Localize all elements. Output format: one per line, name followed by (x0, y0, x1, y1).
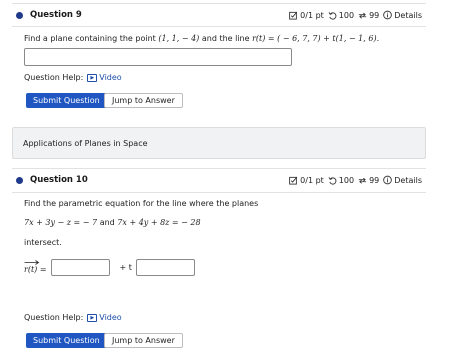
q10-answer-row: r(t) = + t (24, 259, 195, 276)
q9-jump-button[interactable]: Jump to Answer (104, 93, 183, 108)
q10-and: and (99, 218, 115, 227)
q10-details-link[interactable]: Details (383, 176, 422, 185)
q9-answer-input[interactable] (24, 48, 292, 66)
q10-plane-2: 7x + 4y + 8z = − 28 (117, 218, 201, 227)
checkbox-edit-icon (289, 176, 298, 185)
q9-prompt: Find a plane containing the point (1, 1,… (24, 34, 379, 43)
video-play-icon: ▶ (87, 313, 98, 322)
q10-score: 0/1 pt (289, 176, 324, 185)
q9-help-label: Question Help: (24, 73, 84, 82)
q10-attempts: 100 (328, 176, 354, 185)
q10-prompt: Find the parametric equation for the lin… (24, 199, 259, 208)
q9-point: (1, 1, − 4) (158, 34, 200, 43)
q9-attempts-text: 100 (338, 10, 355, 20)
q9-tries: 99 (358, 11, 379, 20)
q9-details-text[interactable]: Details (394, 11, 422, 20)
section-banner-text: Applications of Planes in Space (23, 138, 148, 148)
q10-header-divider (12, 192, 426, 193)
question-bullet-icon (16, 176, 23, 184)
q10-header: Question 10 0/1 pt 100 99 Details (12, 169, 426, 191)
section-banner: Applications of Planes in Space (12, 127, 426, 159)
q10-jump-button[interactable]: Jump to Answer (104, 333, 183, 348)
q9-tries-text: 99 (369, 10, 380, 20)
q10-plane-1: 7x + 3y − z = − 7 (24, 218, 98, 227)
q9-attempts: 100 (328, 11, 354, 20)
q10-submit-button[interactable]: Submit Question (26, 333, 107, 348)
q10-direction-input[interactable] (135, 259, 195, 276)
q9-header-divider (12, 26, 426, 27)
vector-arrow-icon (24, 259, 40, 265)
q9-meta: 0/1 pt 100 99 Details (289, 11, 426, 20)
q10-lhs: r(t) = (24, 259, 47, 274)
q9-video-link[interactable]: ▶ Video (87, 73, 122, 82)
q10-tries: 99 (358, 176, 379, 185)
video-play-icon: ▶ (87, 73, 98, 82)
q10-video-link[interactable]: ▶ Video (87, 313, 122, 322)
q10-plus-t: + t (119, 263, 132, 272)
q9-line-expr: r(t) = ( − 6, 7, 7) + t(1, − 1, 6). (252, 34, 380, 43)
q10-tries-text: 99 (369, 175, 380, 185)
q10-help: Question Help: ▶ Video (24, 313, 122, 322)
q9-details-link[interactable]: Details (383, 11, 422, 20)
q10-help-label: Question Help: (24, 313, 84, 322)
q10-lhs-text: r(t) = (24, 264, 47, 274)
q9-prompt-mid: and the line (201, 34, 250, 43)
q10-attempts-text: 100 (338, 175, 355, 185)
q10-score-text: 0/1 pt (300, 175, 324, 185)
q10-video-text[interactable]: Video (99, 313, 121, 322)
q9-submit-button[interactable]: Submit Question (26, 93, 107, 108)
retry-icon (358, 11, 367, 20)
retry-icon (358, 176, 367, 185)
q10-details-text[interactable]: Details (394, 176, 422, 185)
q9-video-text[interactable]: Video (99, 73, 121, 82)
q10-point-input[interactable] (50, 259, 110, 276)
checkbox-edit-icon (289, 11, 298, 20)
q9-help: Question Help: ▶ Video (24, 73, 122, 82)
question-bullet-icon (16, 11, 23, 19)
undo-icon (328, 11, 337, 20)
undo-icon (328, 176, 337, 185)
q10-title: Question 10 (30, 175, 88, 185)
q9-prompt-pre: Find a plane containing the point (24, 34, 156, 43)
q9-title: Question 9 (30, 10, 82, 20)
info-icon (383, 10, 393, 20)
q10-planes: 7x + 3y − z = − 7 and 7x + 4y + 8z = − 2… (24, 218, 201, 227)
q10-meta: 0/1 pt 100 99 Details (289, 176, 426, 185)
q9-score: 0/1 pt (289, 11, 324, 20)
q9-header: Question 9 0/1 pt 100 99 Details (12, 4, 426, 26)
q9-score-text: 0/1 pt (300, 10, 324, 20)
info-icon (383, 175, 393, 185)
q10-intersect: intersect. (24, 238, 62, 247)
